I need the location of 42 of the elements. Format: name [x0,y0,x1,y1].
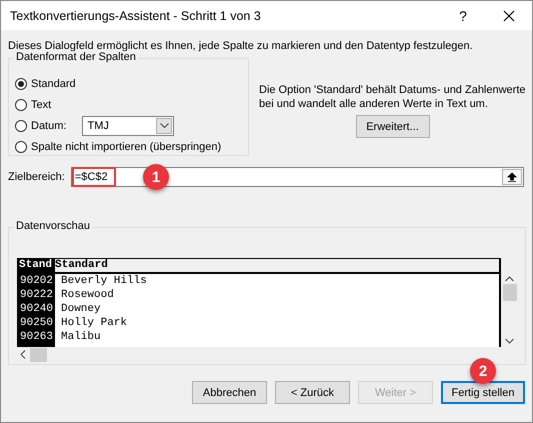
radio-label[interactable]: Datum: [31,120,66,132]
step-badge: 1 [143,164,169,190]
close-icon[interactable] [503,10,515,22]
scroll-left-icon[interactable] [20,350,26,359]
table-cell-text: Beverly Hills [60,274,148,288]
table-cell: 90222 [19,288,54,302]
scroll-down-icon[interactable] [505,338,514,344]
date-format-dropdown[interactable]: TMJ [82,116,174,136]
table-cell: 90263 [19,330,54,344]
finish-button[interactable]: Fertig stellen [441,381,525,404]
dialog-button[interactable]: Abbrechen [192,381,267,404]
scrollbar-thumb[interactable] [502,284,516,301]
table-cell-text: Rosewood [60,288,115,302]
radio-button[interactable] [15,98,27,110]
step-badge: 2 [470,358,496,384]
table-cell-text: Downey [60,302,102,316]
table-cell: 90202 [19,274,54,288]
table-cell-text: Holly Park [60,316,128,330]
advanced-button[interactable]: Erweitert... [356,115,430,138]
collapse-icon[interactable] [506,172,517,182]
column-header[interactable]: Standard [55,259,499,274]
scrollbar-thumb[interactable] [30,348,47,362]
table-cell: 90240 [19,302,54,316]
intro-text: Dieses Dialogfeld ermöglicht es Ihnen, jede Spalte zu markieren und den Datentyp festzulegen. [8,40,474,52]
dialog-button[interactable]: < Zurück [275,381,350,404]
option-note: Die Option 'Standard' behält Datums- und Zahlenwerte bei und wandelt alle anderen Werte in Text um. [259,83,526,111]
chevron-down-icon [160,123,169,128]
table-cell: 90250 [19,316,54,330]
radio-button[interactable] [15,78,27,90]
radio-button[interactable] [15,120,27,132]
radio-label[interactable]: Spalte nicht importieren (überspringen) [31,140,222,152]
preview-table[interactable]: Stand 90202 90222 90240 90250 90263 Standard Beverly Hills Rosewood Downey Holly Park Malibu [17,258,501,347]
scroll-up-icon[interactable] [505,276,514,282]
help-button[interactable]: ? [440,8,486,24]
group-title: Datenvorschau [14,220,92,232]
window-title: Textkonvertierungs-Assistent - Schritt 1 von 3 [10,8,262,22]
group-title: Datenformat der Spalten [14,51,138,63]
table-cell-text: Malibu [60,330,102,344]
radio-label[interactable]: Standard [31,78,76,90]
radio-button[interactable] [15,140,27,152]
radio-label[interactable]: Text [31,98,52,110]
target-label: Zielbereich: [8,171,65,183]
